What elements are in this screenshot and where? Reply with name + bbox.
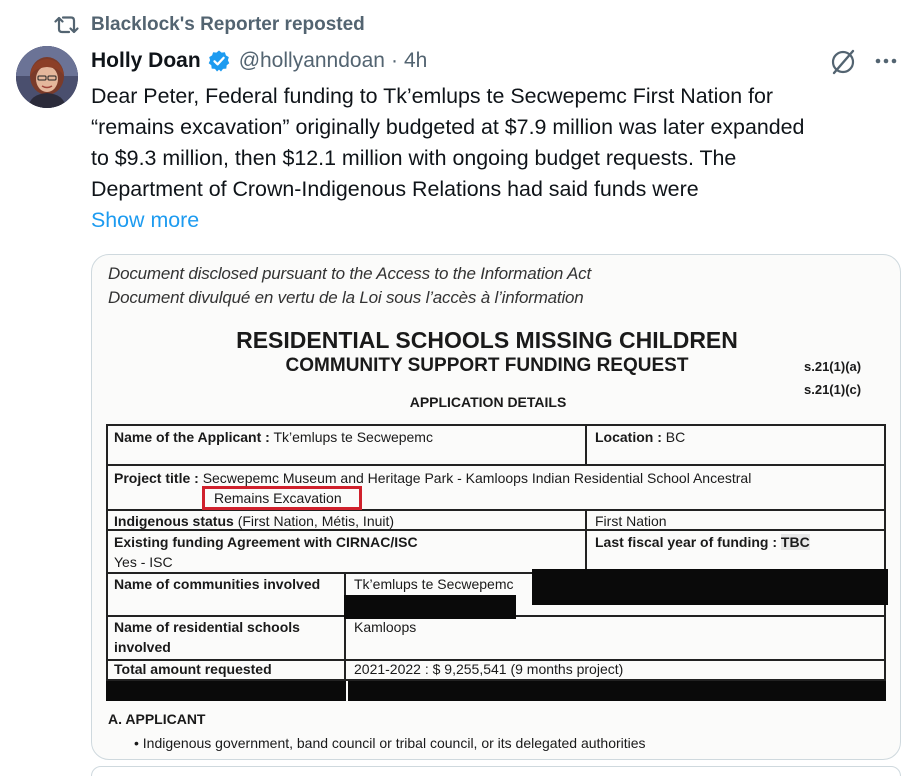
avatar[interactable] [16, 46, 78, 108]
tweet-text: Dear Peter, Federal funding to Tk’emlups… [91, 81, 906, 205]
redaction-block [344, 595, 516, 619]
indigenous-status-value: First Nation [595, 513, 667, 529]
form-cell: Indigenous status (First Nation, Métis, … [114, 513, 394, 529]
location-label: Location : [595, 429, 662, 445]
indigenous-status-hint: (First Nation, Métis, Inuit) [237, 513, 395, 529]
location-value: BC [665, 429, 686, 445]
schools-value: Kamloops [354, 619, 417, 635]
grok-icon[interactable] [828, 47, 858, 77]
project-title-label: Project title : [114, 470, 199, 486]
table-border [884, 424, 886, 681]
form-cell: Name of the Applicant : Tk’emlups te Sec… [114, 429, 433, 445]
separator-dot: · [390, 49, 398, 72]
tweet-text-line: to $9.3 million, then $12.1 million with… [91, 146, 737, 170]
tweet-text-line: “remains excavation” originally budgeted… [91, 115, 805, 139]
applicant-value: Tk’emlups te Secwepemc [273, 429, 433, 445]
tweet-header: Holly Doan @hollyanndoan · 4h [91, 46, 427, 76]
repost-icon [54, 16, 79, 34]
section-code: s.21(1)(a) [804, 359, 862, 374]
table-border [585, 509, 587, 572]
document-title: RESIDENTIAL SCHOOLS MISSING CHILDREN [236, 327, 738, 353]
disclosure-french: Document divulqué en vertu de la Loi sou… [108, 288, 584, 307]
tweet-text-line: Department of Crown-Indigenous Relations… [91, 177, 699, 201]
form-cell: Project title : Secwepemc Museum and Her… [114, 470, 751, 486]
last-fiscal-label: Last fiscal year of funding : [595, 534, 778, 550]
total-amount-value: 2021-2022 : $ 9,255,541 (9 months projec… [354, 661, 624, 677]
form-cell: Location : BC [595, 429, 685, 445]
verified-badge-icon [208, 50, 229, 72]
repost-label[interactable]: Blacklock's Reporter reposted [91, 12, 365, 38]
table-border [106, 529, 886, 531]
application-details-heading: APPLICATION DETAILS [409, 394, 567, 410]
author-display-name[interactable]: Holly Doan [91, 49, 201, 73]
tweet-text-line: Dear Peter, Federal funding to Tk’emlups… [91, 84, 774, 108]
communities-value: Tk’emlups te Secwepemc [354, 576, 514, 592]
table-border [585, 424, 587, 464]
applicant-label: Name of the Applicant : [114, 429, 270, 445]
table-border [106, 424, 108, 681]
communities-label: Name of communities involved [114, 576, 321, 592]
table-border [344, 572, 346, 679]
attached-document-image[interactable]: Document disclosed pursuant to the Acces… [91, 254, 901, 760]
next-card-edge [91, 766, 901, 776]
redaction-block [532, 569, 888, 605]
schools-label: Name of residential schools [114, 619, 300, 635]
indigenous-status-label: Indigenous status [114, 513, 234, 529]
last-fiscal-value: TBC [780, 534, 810, 550]
existing-funding-value: Yes - ISC [114, 554, 173, 570]
redaction-block [106, 681, 346, 701]
applicant-bullet: • Indigenous government, band council or… [134, 735, 646, 751]
tweet-timestamp[interactable]: 4h [404, 49, 427, 73]
table-border [106, 424, 886, 426]
existing-funding-label: Existing funding Agreement with CIRNAC/I… [114, 534, 418, 550]
avatar-image [16, 46, 78, 108]
document-scan: Document disclosed pursuant to the Acces… [92, 255, 900, 759]
total-amount-label: Total amount requested [114, 661, 272, 677]
project-title-value: Secwepemc Museum and Heritage Park - Kam… [202, 470, 752, 486]
form-cell: Last fiscal year of funding : TBC [595, 534, 810, 550]
red-highlight-box [202, 486, 362, 510]
show-more-link[interactable]: Show more [91, 205, 199, 236]
section-a-heading: A. APPLICANT [108, 711, 206, 727]
document-subtitle: COMMUNITY SUPPORT FUNDING REQUEST [285, 355, 689, 376]
schools-label-continued: involved [114, 639, 171, 655]
author-handle[interactable]: @hollyanndoan [239, 49, 385, 73]
more-icon[interactable] [873, 50, 899, 72]
disclosure-english: Document disclosed pursuant to the Acces… [108, 264, 591, 283]
redaction-block [348, 681, 886, 701]
table-border [106, 464, 886, 466]
